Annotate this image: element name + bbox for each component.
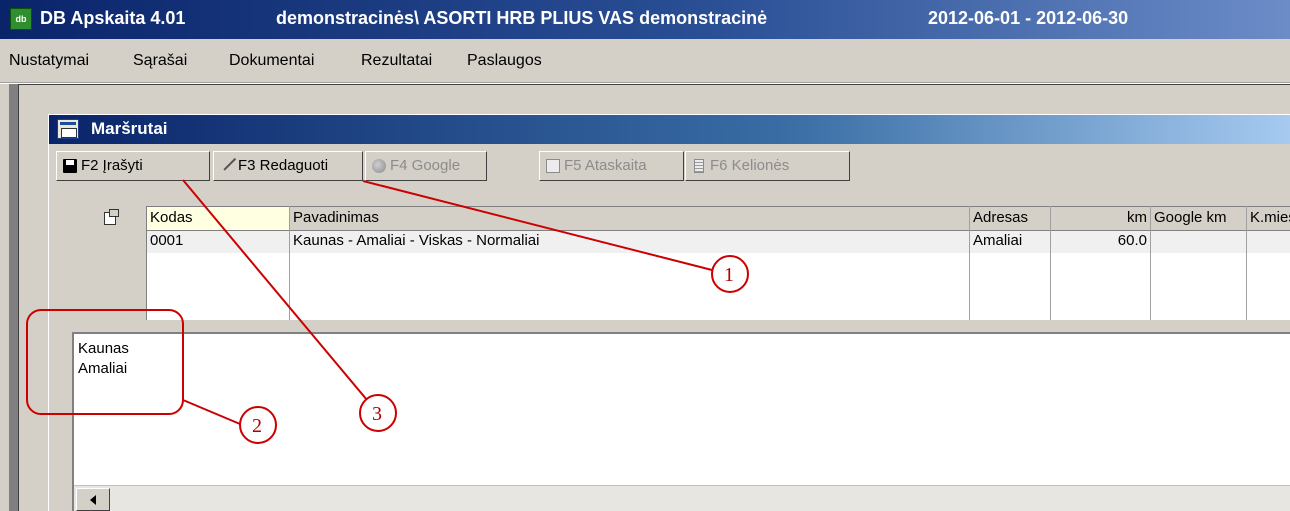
google-button[interactable]: F4 Google bbox=[365, 151, 487, 181]
google-button-label: F4 Google bbox=[390, 157, 461, 174]
document-icon bbox=[694, 159, 704, 173]
cell-km[interactable]: 60.0 bbox=[1051, 231, 1150, 253]
window-icon bbox=[57, 119, 79, 139]
header-kmiesto[interactable]: K.miesto bbox=[1247, 206, 1290, 231]
menu-rezultatai[interactable]: Rezultatai bbox=[361, 52, 432, 70]
grid-settings-icon[interactable] bbox=[103, 209, 119, 225]
save-button[interactable]: F2 Įrašyti bbox=[56, 151, 210, 181]
trips-button-label: F6 Kelionės bbox=[710, 157, 790, 174]
save-button-label: F2 Įrašyti bbox=[81, 157, 143, 174]
column-kodas: Kodas 0001 bbox=[147, 206, 290, 320]
header-adresas[interactable]: Adresas bbox=[970, 206, 1050, 231]
cell-kodas[interactable]: 0001 bbox=[147, 231, 289, 253]
cell-pavadinimas[interactable]: Kaunas - Amaliai - Viskas - Normaliai bbox=[290, 231, 969, 253]
report-button[interactable]: F5 Ataskaita bbox=[539, 151, 684, 181]
trips-button[interactable]: F6 Kelionės bbox=[685, 151, 850, 181]
menu-dokumentai[interactable]: Dokumentai bbox=[229, 52, 314, 70]
scroll-left-icon[interactable] bbox=[76, 488, 110, 511]
routes-window-title: Maršrutai bbox=[91, 119, 168, 138]
routes-grid-body: Kodas 0001 Pavadinimas Kaunas - Amaliai … bbox=[97, 206, 1290, 320]
accounting-period: 2012-06-01 - 2012-06-30 bbox=[928, 8, 1129, 28]
menu-sarasai[interactable]: Sąrašai bbox=[133, 52, 187, 70]
pencil-icon bbox=[219, 154, 237, 171]
globe-icon bbox=[372, 159, 386, 173]
routes-grid: Kodas 0001 Pavadinimas Kaunas - Amaliai … bbox=[97, 206, 1290, 320]
route-description-memo[interactable]: Kaunas Amaliai bbox=[72, 332, 1290, 511]
report-button-label: F5 Ataskaita bbox=[564, 157, 647, 174]
menu-bar: Nustatymai Sąrašai Dokumentai Rezultatai… bbox=[0, 39, 1290, 83]
grid-row-indicator bbox=[97, 206, 147, 320]
app-title-bar: db DB Apskaita 4.01 demonstracinės\ ASOR… bbox=[0, 0, 1290, 39]
save-icon bbox=[63, 159, 77, 173]
company-name: demonstracinės\ ASORTI HRB PLIUS VAS dem… bbox=[276, 8, 768, 28]
routes-window: Maršrutai F2 Įrašyti F3 Redaguoti F4 Goo… bbox=[48, 114, 1290, 511]
header-pavadinimas[interactable]: Pavadinimas bbox=[290, 206, 969, 231]
header-kodas[interactable]: Kodas bbox=[147, 206, 289, 231]
column-pavadinimas: Pavadinimas Kaunas - Amaliai - Viskas - … bbox=[290, 206, 970, 320]
app-name: DB Apskaita 4.01 bbox=[40, 8, 186, 28]
memo-line: Amaliai bbox=[78, 360, 128, 377]
cell-kmiesto[interactable]: 10 bbox=[1247, 231, 1290, 253]
app-logo-icon: db bbox=[10, 8, 32, 30]
column-google-km: Google km bbox=[1151, 206, 1247, 320]
column-kmiesto: K.miesto 10 bbox=[1247, 206, 1290, 320]
edit-button-label: F3 Redaguoti bbox=[238, 157, 329, 174]
horizontal-scrollbar[interactable] bbox=[74, 485, 1290, 511]
routes-window-title-bar[interactable]: Maršrutai bbox=[49, 115, 1290, 144]
header-google-km[interactable]: Google km bbox=[1151, 206, 1246, 231]
header-km[interactable]: km bbox=[1051, 206, 1150, 231]
report-icon bbox=[546, 159, 560, 173]
cell-adresas[interactable]: Amaliai bbox=[970, 231, 1050, 253]
memo-line: Kaunas bbox=[78, 340, 129, 357]
menu-paslaugos[interactable]: Paslaugos bbox=[467, 52, 542, 70]
column-km: km 60.0 bbox=[1051, 206, 1151, 320]
edit-button[interactable]: F3 Redaguoti bbox=[213, 151, 363, 181]
menu-nustatymai[interactable]: Nustatymai bbox=[9, 52, 89, 70]
toolbar: F2 Įrašyti F3 Redaguoti F4 Google F5 Ata… bbox=[49, 151, 1290, 181]
column-adresas: Adresas Amaliai bbox=[970, 206, 1051, 320]
cell-google-km[interactable] bbox=[1151, 231, 1246, 253]
